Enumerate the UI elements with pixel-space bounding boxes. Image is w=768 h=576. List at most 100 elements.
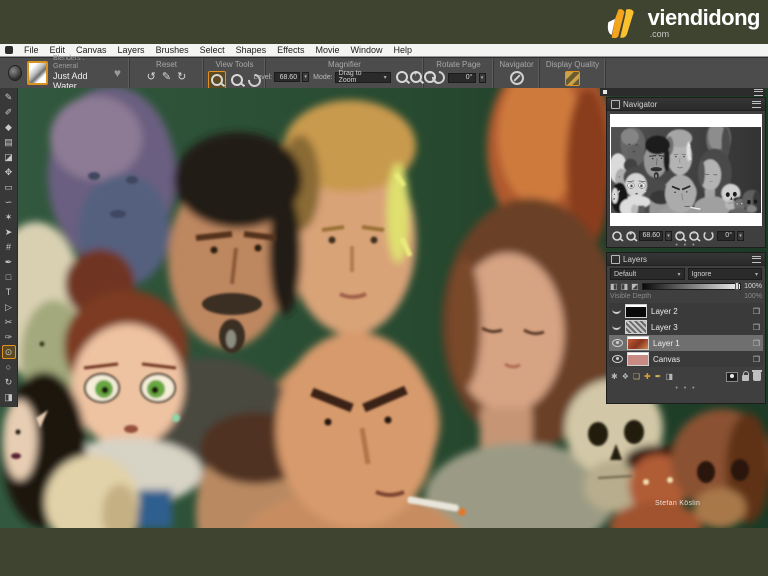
nav-drag-zoom-icon[interactable]: ▸ (626, 231, 636, 241)
dock-drag-handle[interactable] (603, 90, 607, 94)
display-quality-icon[interactable] (565, 71, 580, 86)
navigator-menu-icon[interactable] (752, 101, 761, 108)
nav-rotation-spinner[interactable]: ▾ (737, 231, 744, 241)
new-watercolor-layer-icon[interactable]: ✚ (644, 372, 651, 381)
delete-layer-icon[interactable] (753, 372, 761, 381)
magnifier-tool[interactable]: ⊙ (2, 345, 16, 359)
menu-item[interactable]: Brushes (156, 45, 189, 55)
grabber-view-tool[interactable] (231, 74, 243, 86)
dynamic-plugins-icon[interactable]: ❖ (622, 372, 629, 381)
layer-opacity-icon[interactable]: ◩ (631, 282, 639, 291)
layer-mask-icon[interactable] (726, 372, 738, 382)
rotation-angle-spinner[interactable]: ▾ (479, 73, 486, 83)
view-tools-label: View Tools (216, 60, 254, 69)
reset-section: Reset ↺ ✎ ↻ (130, 58, 204, 88)
cloner-tool[interactable]: ✑ (2, 330, 16, 344)
crop-tool[interactable]: # (2, 240, 16, 254)
palette-dock-bar[interactable] (600, 88, 766, 96)
layer-row[interactable]: Layer 1 ❒ (609, 335, 763, 351)
menu-item[interactable]: Select (200, 45, 225, 55)
layers-panel-header[interactable]: Layers (607, 253, 765, 266)
nav-zoom-out-icon[interactable]: − (689, 231, 699, 241)
selection-adjuster-tool[interactable]: ➤ (2, 225, 16, 239)
layer-adjuster-tool[interactable]: ✥ (2, 165, 16, 179)
layer-visibility-eye-icon[interactable] (612, 339, 623, 347)
layer-row[interactable]: Layer 2 ❒ (609, 303, 763, 319)
menu-item[interactable]: Shapes (236, 45, 267, 55)
navigator-panel-header[interactable]: Navigator (607, 98, 765, 111)
dock-menu-icon[interactable] (754, 89, 763, 96)
nav-magnifier-icon[interactable] (612, 231, 622, 241)
restore-default-variant-icon[interactable]: ↺ (147, 71, 156, 83)
favorite-brush-icon[interactable]: ♥ (114, 66, 121, 80)
new-layer-icon[interactable]: ❏ (633, 372, 640, 381)
layers-menu-icon[interactable] (752, 256, 761, 263)
rotate-page-icon[interactable] (429, 68, 447, 86)
navigator-toggle-icon[interactable] (510, 71, 524, 85)
zoom-level-field[interactable]: 68.60 (274, 72, 300, 82)
nav-rotate-icon[interactable] (703, 230, 713, 240)
reset-rotation-icon[interactable]: ↻ (177, 71, 186, 83)
menu-item[interactable]: Window (351, 45, 383, 55)
text-tool[interactable]: T (2, 285, 16, 299)
lasso-tool[interactable]: ∽ (2, 195, 16, 209)
rotate-page-section: Rotate Page 0° ▾ (424, 58, 494, 88)
pen-tool[interactable]: ✒ (2, 255, 16, 269)
grabber-tool[interactable]: ○ (2, 360, 16, 374)
eraser-tool[interactable]: ◪ (2, 150, 16, 164)
layer-brush-icon: ❒ (753, 323, 760, 332)
lock-layer-icon[interactable] (742, 375, 749, 381)
brush-tool[interactable]: ✎ (2, 90, 16, 104)
dropper-tool[interactable]: ✐ (2, 105, 16, 119)
toolbar-filler (606, 58, 768, 88)
rectangular-shape-tool[interactable]: □ (2, 270, 16, 284)
zoom-mode-dropdown[interactable]: Drag to Zoom▾ (335, 72, 391, 83)
menu-item[interactable]: Movie (316, 45, 340, 55)
shape-selection-tool[interactable]: ▷ (2, 300, 16, 314)
tracing-paper-icon[interactable] (8, 65, 22, 81)
nav-zoom-spinner[interactable]: ▾ (665, 231, 672, 241)
opacity-slider[interactable] (642, 283, 741, 290)
menu-item[interactable]: Effects (277, 45, 304, 55)
menu-item[interactable]: Canvas (76, 45, 107, 55)
menu-item[interactable]: Layers (118, 45, 145, 55)
brush-variant-preview[interactable] (27, 61, 48, 85)
pickup-underlying-color-icon[interactable]: ◨ (621, 282, 629, 291)
layer-thumbnail (625, 320, 647, 334)
navigator-resize-dots[interactable]: • • • (607, 242, 765, 251)
layer-row[interactable]: Layer 3 ❒ (609, 319, 763, 335)
reset-section-label: Reset (156, 60, 177, 69)
image-portfolio-tool[interactable]: ◨ (2, 390, 16, 404)
menu-bar: File Edit Canvas Layers Brushes Select Shapes E… (0, 44, 768, 57)
zoom-level-spinner[interactable]: ▾ (302, 72, 309, 82)
nav-rotation-field[interactable]: 0° (717, 231, 735, 241)
layer-visibility-eye-icon[interactable] (612, 355, 623, 363)
scissors-tool[interactable]: ✂ (2, 315, 16, 329)
paint-bucket-tool[interactable]: ◆ (2, 120, 16, 134)
menu-item[interactable]: Edit (50, 45, 66, 55)
zoom-to-fit-icon[interactable] (396, 71, 408, 83)
menu-item[interactable]: File (24, 45, 39, 55)
layer-visibility-eye-icon[interactable] (612, 324, 621, 330)
composite-depth-dropdown[interactable]: Ignore▾ (688, 268, 763, 280)
navigator-thumbnail[interactable] (610, 114, 762, 226)
nav-zoom-in-icon[interactable]: + (675, 231, 685, 241)
magic-wand-tool[interactable]: ✶ (2, 210, 16, 224)
nav-zoom-field[interactable]: 68.60 (639, 231, 663, 241)
menu-item[interactable]: Help (394, 45, 413, 55)
rectangular-selection-tool[interactable]: ▭ (2, 180, 16, 194)
zoom-in-icon[interactable]: + (410, 71, 422, 83)
duplicate-layer-icon[interactable]: ◨ (665, 372, 673, 381)
preserve-transparency-icon[interactable]: ◧ (610, 282, 618, 291)
rotate-page-tool[interactable]: ↻ (2, 375, 16, 389)
layer-visibility-eye-icon[interactable] (612, 308, 621, 314)
composite-method-dropdown[interactable]: Default▾ (610, 268, 685, 280)
rotation-angle-field[interactable]: 0° (448, 73, 476, 83)
layer-commands-icon[interactable]: ✱ (611, 372, 618, 381)
layer-row[interactable]: Canvas ❒ (609, 351, 763, 367)
reset-brush-icon[interactable]: ✎ (162, 71, 171, 83)
paper-selector[interactable]: ▤ (2, 135, 16, 149)
magnifier-view-tool[interactable] (208, 71, 226, 89)
layers-resize-dots[interactable]: • • • (607, 385, 765, 394)
new-liquid-ink-layer-icon[interactable]: ✒ (655, 372, 662, 381)
